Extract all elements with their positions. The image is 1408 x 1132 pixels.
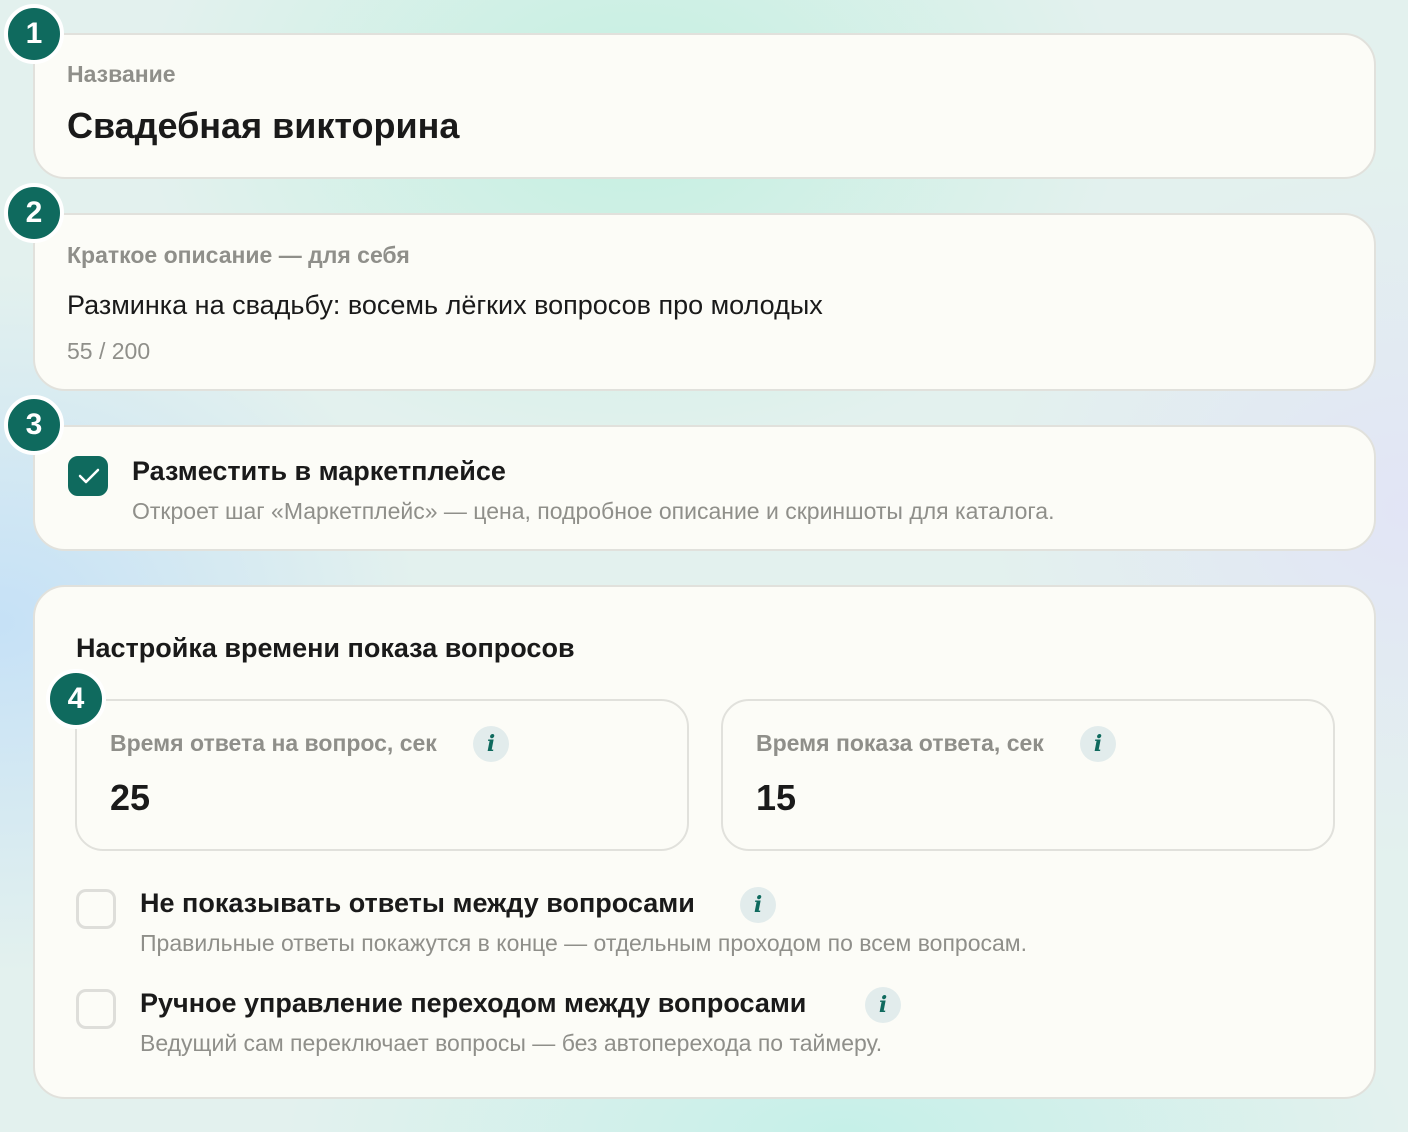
- timing-heading: Настройка времени показа вопросов: [76, 633, 575, 663]
- hide-answers-description: Правильные ответы покажутся в конце — от…: [140, 930, 1027, 956]
- step-badge-4: 4: [46, 669, 106, 729]
- name-input[interactable]: Свадебная викторина: [67, 105, 459, 147]
- manual-control-checkbox[interactable]: [76, 989, 116, 1029]
- step-badge-2: 2: [4, 183, 64, 243]
- reveal-time-label: Время показа ответа, сек: [756, 730, 1044, 756]
- answer-time-label: Время ответа на вопрос, сек: [110, 730, 437, 756]
- description-input[interactable]: Разминка на свадьбу: восемь лёгких вопро…: [67, 290, 823, 321]
- answer-time-input[interactable]: 25: [110, 777, 150, 819]
- step-badge-1: 1: [4, 4, 64, 64]
- answer-time-field[interactable]: Время ответа на вопрос, сек i 25: [75, 699, 689, 851]
- description-card: Краткое описание — для себя Разминка на …: [33, 213, 1376, 391]
- name-label: Название: [67, 61, 176, 87]
- manual-control-description: Ведущий сам переключает вопросы — без ав…: [140, 1030, 883, 1056]
- description-counter: 55 / 200: [67, 338, 151, 364]
- reveal-time-field[interactable]: Время показа ответа, сек i 15: [721, 699, 1335, 851]
- hide-answers-checkbox[interactable]: [76, 889, 116, 929]
- info-icon[interactable]: i: [740, 887, 776, 923]
- info-icon[interactable]: i: [865, 987, 901, 1023]
- description-label: Краткое описание — для себя: [67, 242, 410, 268]
- marketplace-checkbox[interactable]: [68, 456, 108, 496]
- check-icon: [78, 468, 100, 484]
- name-card: Название Свадебная викторина: [33, 33, 1376, 179]
- manual-control-title: Ручное управление переходом между вопрос…: [140, 988, 807, 1018]
- timing-card: Настройка времени показа вопросов Время …: [33, 585, 1376, 1099]
- marketplace-description: Откроет шаг «Маркетплейс» — цена, подроб…: [132, 498, 1055, 524]
- reveal-time-input[interactable]: 15: [756, 777, 796, 819]
- step-badge-3: 3: [4, 395, 64, 455]
- info-icon[interactable]: i: [1080, 726, 1116, 762]
- hide-answers-title: Не показывать ответы между вопросами: [140, 888, 695, 918]
- info-icon[interactable]: i: [473, 726, 509, 762]
- marketplace-title: Разместить в маркетплейсе: [132, 456, 506, 486]
- marketplace-card: Разместить в маркетплейсе Откроет шаг «М…: [33, 425, 1376, 551]
